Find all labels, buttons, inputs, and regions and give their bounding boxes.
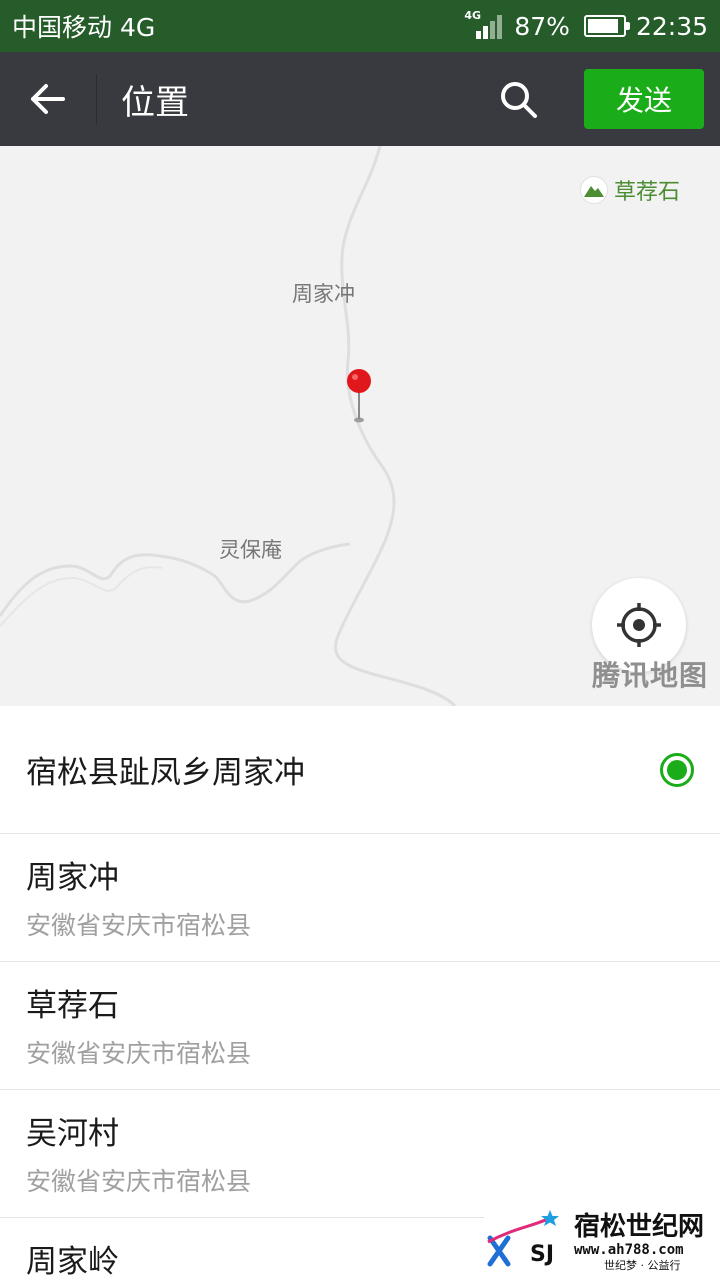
send-button[interactable]: 发送 (584, 69, 704, 129)
place-address: 安徽省安庆市宿松县 (26, 1039, 252, 1068)
site-watermark: SJ 宿松世纪网 www.ah788.com 世纪梦 · 公益行 (484, 1206, 720, 1280)
place-address: 安徽省安庆市宿松县 (26, 1167, 252, 1196)
selected-place-row[interactable]: 宿松县趾凤乡周家冲 (0, 706, 720, 834)
map-label-zhoujiachong: 周家冲 (292, 282, 355, 306)
place-name: 吴河村 (26, 1116, 119, 1152)
battery-percent: 87% (514, 11, 570, 41)
list-item[interactable]: 草荐石 安徽省安庆市宿松县 (0, 962, 720, 1090)
mountain-icon (580, 176, 608, 204)
search-icon (501, 82, 537, 118)
status-bar: 中国移动 4G 4G 87% 22:35 (0, 0, 720, 52)
poi-marker[interactable]: 草荐石 (580, 174, 680, 206)
network-tag: 4G (464, 9, 482, 22)
back-button[interactable] (0, 52, 96, 146)
status-indicators: 4G 87% 22:35 (464, 9, 708, 41)
search-button[interactable] (488, 69, 548, 129)
map-view[interactable]: 周家冲 灵保庵 草荐石 腾讯地图 (0, 146, 720, 706)
site-logo-text: SJ (530, 1242, 555, 1267)
carrier-label: 中国移动 4G (12, 13, 156, 42)
poi-label: 草荐石 (614, 180, 681, 205)
site-slogan: 世纪梦 · 公益行 (604, 1259, 681, 1272)
battery-icon (583, 15, 630, 37)
map-provider-logo: 腾讯地图 (591, 659, 708, 692)
page-title: 位置 (121, 82, 189, 123)
selected-place-name: 宿松县趾凤乡周家冲 (26, 755, 305, 791)
title-bar: 位置 发送 (0, 52, 720, 146)
signal-icon: 4G (464, 9, 504, 41)
place-list: 宿松县趾凤乡周家冲 周家冲 安徽省安庆市宿松县 草荐石 安徽省安庆市宿松县 吴河… (0, 706, 720, 1280)
site-url: www.ah788.com (574, 1242, 684, 1258)
list-item[interactable]: 吴河村 安徽省安庆市宿松县 (0, 1090, 720, 1218)
site-logo: SJ (484, 1208, 574, 1278)
selected-radio-icon (660, 752, 694, 787)
place-name: 草荐石 (26, 988, 119, 1024)
place-address: 安徽省安庆市宿松县 (26, 911, 252, 940)
arrow-left-icon (31, 84, 65, 114)
map-label-lingbaoan: 灵保庵 (219, 538, 282, 562)
clock: 22:35 (635, 11, 708, 41)
list-item[interactable]: 周家冲 安徽省安庆市宿松县 (0, 834, 720, 962)
location-pin-icon[interactable] (344, 368, 374, 424)
place-name: 周家冲 (26, 860, 119, 896)
crosshair-icon (617, 603, 661, 647)
site-title: 宿松世纪网 (574, 1212, 705, 1242)
header-divider (96, 74, 97, 124)
